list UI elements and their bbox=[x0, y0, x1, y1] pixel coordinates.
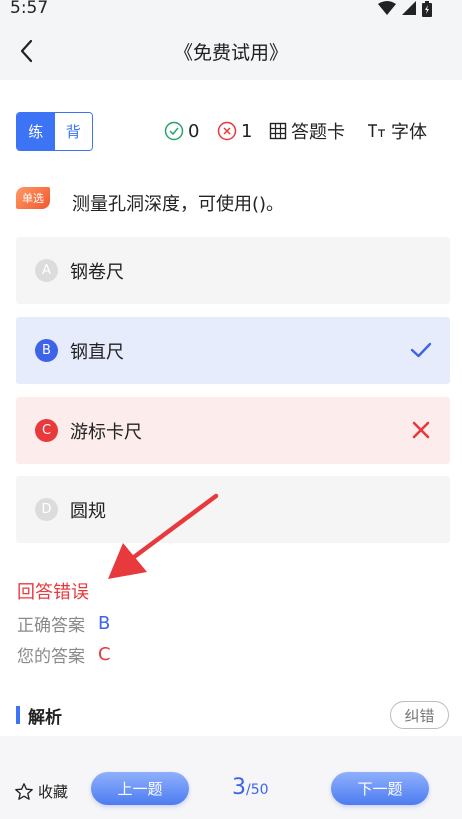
star-icon bbox=[15, 782, 33, 800]
analysis-title: 解析 bbox=[28, 708, 62, 728]
next-question-button[interactable]: 下一题 bbox=[331, 772, 429, 805]
result-title: 回答错误 bbox=[17, 582, 89, 603]
favorite-button[interactable]: 收藏 bbox=[14, 781, 68, 802]
total-pages: /50 bbox=[246, 782, 269, 798]
current-page: 3 bbox=[232, 775, 246, 800]
your-answer-value: C bbox=[98, 644, 111, 665]
correct-answer-row: 正确答案 B bbox=[17, 611, 110, 636]
report-error-button[interactable]: 纠错 bbox=[390, 701, 449, 729]
analysis-accent-bar bbox=[16, 706, 20, 724]
favorite-label: 收藏 bbox=[38, 783, 69, 801]
annotation-arrow bbox=[108, 493, 219, 579]
your-answer-row: 您的答案 C bbox=[17, 642, 111, 667]
correct-answer-value: B bbox=[98, 613, 111, 634]
correct-answer-label: 正确答案 bbox=[17, 616, 85, 636]
your-answer-label: 您的答案 bbox=[17, 647, 85, 667]
page-indicator: 3 /50 bbox=[232, 775, 269, 800]
prev-question-button[interactable]: 上一题 bbox=[91, 772, 189, 805]
